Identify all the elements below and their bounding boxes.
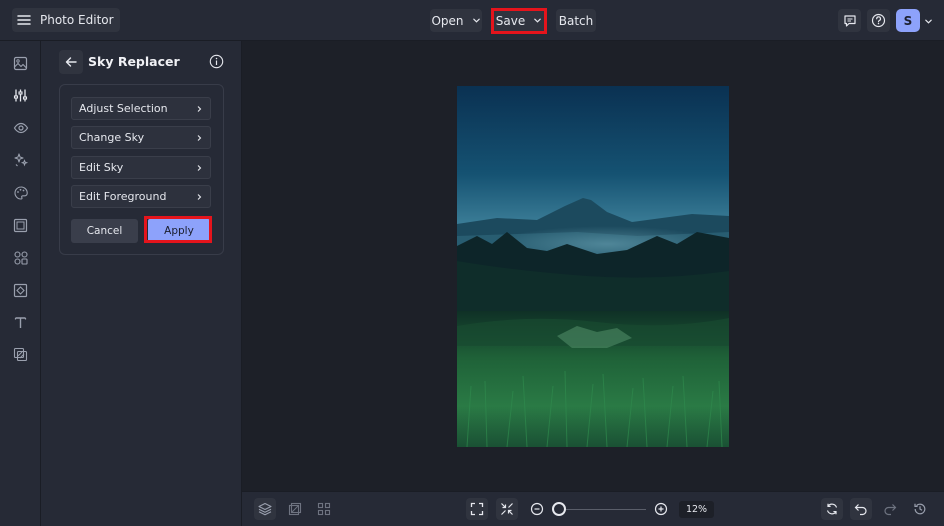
rail-item-adjustments[interactable] [12, 87, 29, 104]
canvas-area[interactable] [242, 41, 944, 491]
zoom-in-button[interactable] [650, 498, 672, 520]
rail-item-overlays[interactable] [12, 346, 29, 363]
edit-foreground-item[interactable]: Edit Foreground [71, 185, 211, 208]
text-icon [14, 317, 27, 328]
undo-button[interactable] [850, 498, 872, 520]
comments-button[interactable] [838, 9, 861, 32]
apply-button[interactable]: Apply [148, 219, 210, 243]
actual-size-button[interactable] [496, 498, 518, 520]
eye-icon [13, 122, 28, 133]
zoom-out-button[interactable] [526, 498, 548, 520]
hamburger-menu-icon [17, 15, 31, 25]
refresh-icon [826, 503, 838, 515]
chevron-down-icon [472, 18, 480, 23]
redo-button[interactable] [879, 498, 901, 520]
expand-icon [470, 502, 484, 516]
panel-item-label: Adjust Selection [79, 102, 168, 115]
rail-item-image[interactable] [12, 55, 29, 72]
help-button[interactable] [867, 9, 890, 32]
reset-button[interactable] [821, 498, 843, 520]
sparkles-icon [13, 152, 28, 166]
rail-item-text[interactable] [12, 314, 29, 331]
batch-button[interactable]: Batch [556, 9, 596, 32]
history-icon [914, 503, 926, 515]
collapse-icon [501, 503, 513, 515]
batch-button-label: Batch [558, 13, 594, 28]
overlay-icon [13, 347, 28, 362]
compare-icon [288, 502, 302, 516]
top-bar: Photo Editor Open Save Batch S [0, 0, 944, 41]
user-avatar[interactable]: S [896, 9, 920, 32]
adjustments-icon [13, 89, 28, 102]
rail-item-graphics[interactable] [12, 249, 29, 266]
photo-canvas[interactable] [457, 86, 729, 447]
chevron-right-icon [197, 134, 202, 141]
save-button[interactable]: Save [493, 9, 545, 32]
sky-replacer-panel: Sky Replacer Adjust Selection Change Sky… [41, 41, 242, 526]
chevron-right-icon [197, 193, 202, 200]
adjust-selection-item[interactable]: Adjust Selection [71, 97, 211, 120]
layers-button[interactable] [254, 498, 276, 520]
shapes-icon [13, 250, 28, 265]
chevron-down-icon [534, 18, 542, 23]
main-menu-button[interactable]: Photo Editor [12, 8, 120, 32]
history-button[interactable] [909, 498, 931, 520]
panel-item-label: Edit Foreground [79, 190, 167, 203]
zoom-slider-track[interactable] [561, 509, 646, 510]
open-button[interactable]: Open [430, 9, 482, 32]
panel-item-label: Edit Sky [79, 161, 124, 174]
sky-replacer-options: Adjust Selection Change Sky Edit Sky Edi… [59, 84, 224, 255]
redo-icon [884, 504, 897, 516]
open-button-label: Open [431, 13, 464, 28]
compare-button[interactable] [284, 498, 306, 520]
chevron-right-icon [197, 164, 202, 171]
landscape-photo [457, 86, 729, 447]
bottom-toolbar: 12% [242, 491, 944, 526]
panel-item-label: Change Sky [79, 131, 145, 144]
grid-icon [317, 502, 331, 516]
edit-sky-item[interactable]: Edit Sky [71, 156, 211, 179]
rail-item-artsy[interactable] [12, 184, 29, 201]
comment-icon [843, 14, 856, 27]
back-button[interactable] [59, 50, 83, 74]
save-button-label: Save [495, 13, 526, 28]
rail-item-textures[interactable] [12, 282, 29, 299]
zoom-level[interactable]: 12% [679, 501, 714, 518]
help-icon [871, 13, 886, 28]
info-icon[interactable] [209, 54, 224, 69]
texture-icon [13, 283, 28, 298]
image-icon [13, 56, 28, 71]
layers-icon [258, 502, 272, 516]
app-title: Photo Editor [40, 13, 114, 27]
rail-item-effects[interactable] [12, 119, 29, 136]
fit-screen-button[interactable] [466, 498, 488, 520]
zoom-slider-handle[interactable] [552, 502, 566, 516]
palette-icon [13, 185, 28, 200]
grid-view-button[interactable] [313, 498, 335, 520]
undo-icon [854, 504, 867, 516]
rail-item-frames[interactable] [12, 217, 29, 234]
zoom-in-icon [654, 502, 668, 516]
chevron-right-icon [197, 105, 202, 112]
arrow-left-icon [65, 57, 77, 67]
rail-item-touch-up[interactable] [12, 151, 29, 168]
cancel-button[interactable]: Cancel [71, 219, 138, 243]
chevron-down-icon[interactable] [924, 17, 933, 26]
tool-rail [0, 41, 41, 526]
frame-icon [13, 218, 28, 233]
zoom-out-icon [530, 502, 544, 516]
change-sky-item[interactable]: Change Sky [71, 126, 211, 149]
panel-title: Sky Replacer [88, 54, 180, 69]
